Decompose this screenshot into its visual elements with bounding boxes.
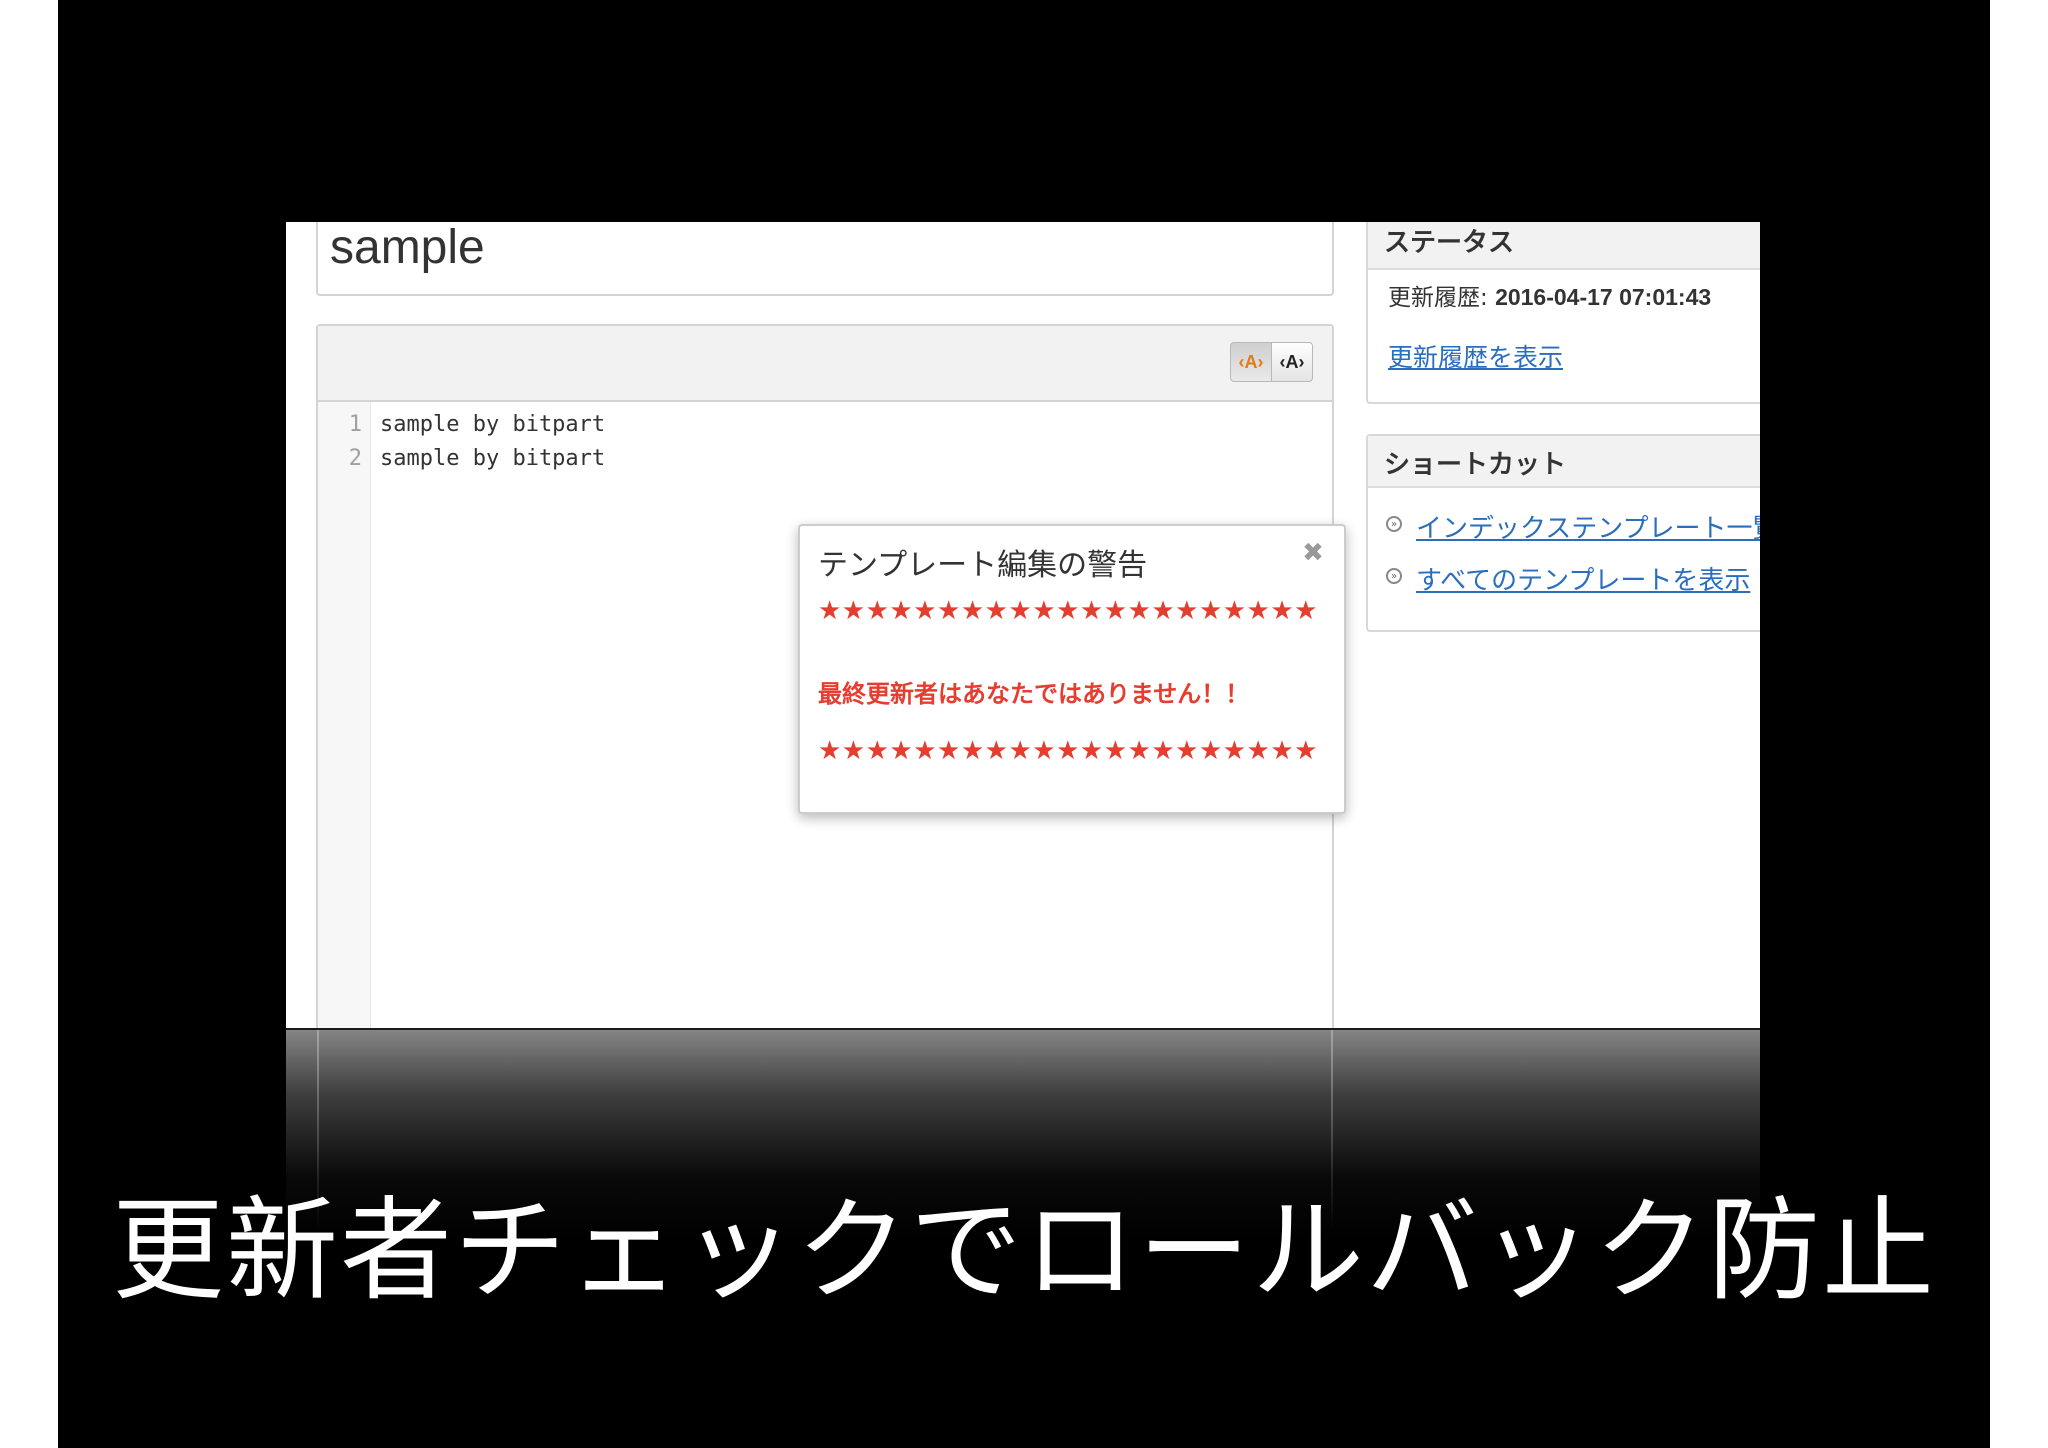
shortcut-panel-title: ショートカット (1384, 450, 1567, 480)
warning-stars-bottom: ★★★★★★★★★★★★★★★★★★★★★ (818, 736, 1318, 766)
code-text: sample by bitpart (380, 446, 606, 471)
slide-caption: 更新者チェックでロールバック防止 (112, 1186, 1936, 1316)
status-panel-title: ステータス (1384, 228, 1515, 258)
editor-toolbar: ‹A› ‹A› (318, 326, 1332, 402)
title-field[interactable]: sample (316, 222, 1334, 296)
line-number: 2 (348, 446, 362, 471)
warning-message: 最終更新者はあなたではありません！！ (818, 680, 1250, 708)
update-history-line: 更新履歴: 2016-04-17 07:01:43 (1388, 278, 1711, 312)
shortcut-panel: ショートカット » インデックステンプレート一覧 » すべてのテンプレートを表示 (1366, 434, 1760, 632)
line-number-gutter (318, 402, 371, 1030)
update-history-label: 更新履歴: (1388, 285, 1496, 311)
template-title: sample (330, 222, 485, 274)
status-panel: ステータス 更新履歴: 2016-04-17 07:01:43 更新履歴を表示 (1366, 222, 1760, 404)
code-text: sample by bitpart (380, 412, 606, 437)
template-edit-warning-dialog: テンプレート編集の警告 ✖ ★★★★★★★★★★★★★★★★★★★★★ 最終更新… (798, 524, 1346, 814)
dialog-title: テンプレート編集の警告 (818, 548, 1148, 583)
code-line[interactable]: 2 sample by bitpart (318, 442, 1018, 476)
shortcut-label[interactable]: すべてのテンプレートを表示 (1416, 560, 1750, 597)
syntax-highlight-on-button[interactable]: ‹A› (1230, 342, 1272, 382)
code-editor[interactable]: ‹A› ‹A› 1 sample by bitpart 2 sample by … (316, 324, 1346, 1030)
slide: sample ‹A› ‹A› 1 sample by bitpart 2 sam… (58, 0, 1990, 1448)
warning-stars-top: ★★★★★★★★★★★★★★★★★★★★★ (818, 596, 1318, 626)
arrow-circle-icon: » (1386, 568, 1402, 584)
arrow-circle-icon: » (1386, 516, 1402, 532)
shortcut-label[interactable]: インデックステンプレート一覧 (1416, 508, 1760, 545)
code-line[interactable]: 1 sample by bitpart (318, 408, 1018, 442)
update-history-value: 2016-04-17 07:01:43 (1495, 284, 1712, 310)
screenshot-area: sample ‹A› ‹A› 1 sample by bitpart 2 sam… (286, 222, 1760, 1030)
syntax-highlight-off-button[interactable]: ‹A› (1271, 342, 1313, 382)
close-icon[interactable]: ✖ (1300, 540, 1326, 566)
line-number: 1 (348, 412, 362, 437)
status-panel-header: ステータス (1368, 222, 1760, 270)
view-history-link[interactable]: 更新履歴を表示 (1388, 338, 1563, 374)
shortcut-panel-header: ショートカット (1368, 436, 1760, 488)
